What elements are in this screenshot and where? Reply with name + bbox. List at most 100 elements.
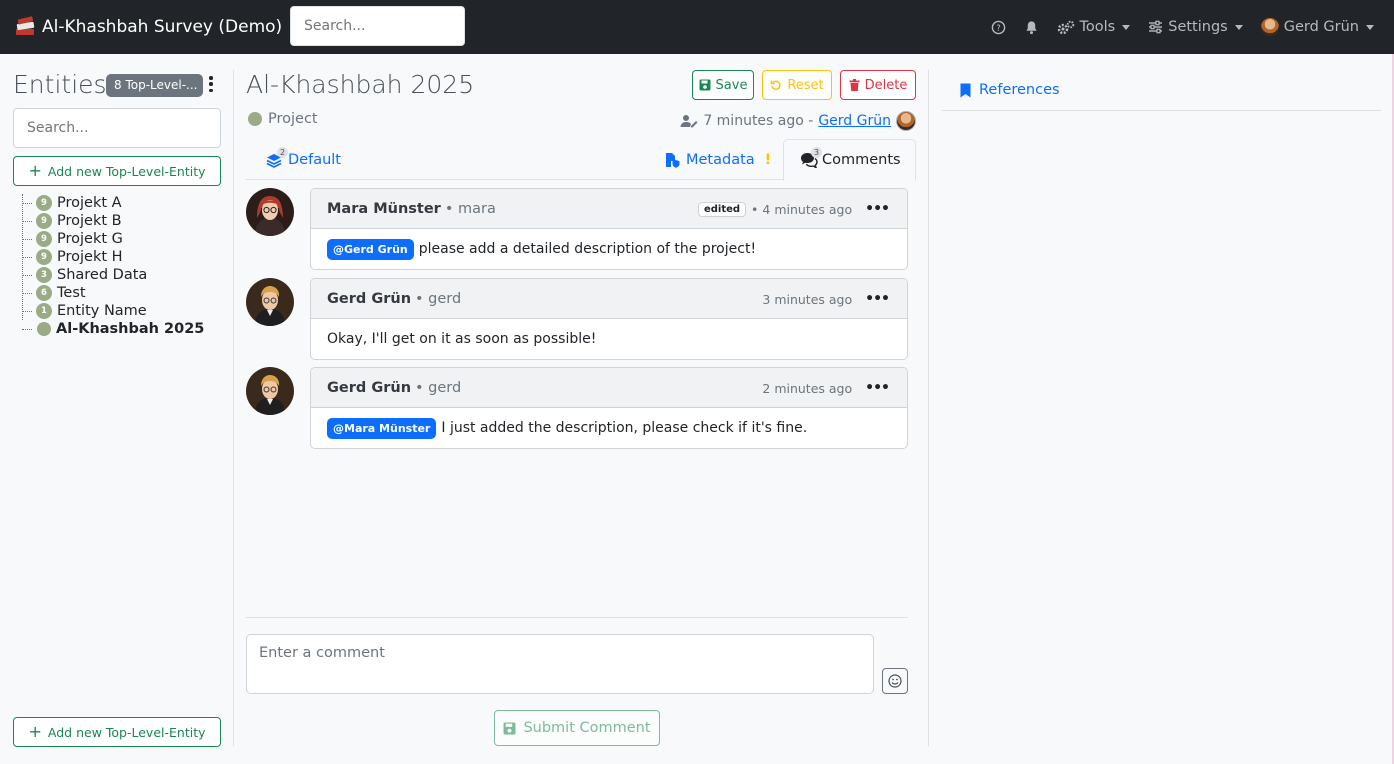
commenter-avatar [246, 188, 294, 236]
commenter-avatar [246, 278, 294, 326]
more-options-icon[interactable]: ••• [865, 291, 890, 307]
reset-button[interactable]: Reset [762, 70, 832, 100]
sidebar-title: Entities [13, 70, 107, 99]
kebab-menu-icon[interactable] [208, 76, 214, 92]
last-editor-link[interactable]: Gerd Grün [818, 113, 891, 129]
entity-type-dot-icon [248, 112, 262, 126]
add-top-level-entity-button[interactable]: + Add new Top-Level-Entity [13, 156, 221, 186]
save-label: Save [715, 77, 748, 93]
comment-author[interactable]: Gerd Grün [327, 291, 411, 307]
comment-text: I just added the description, please che… [441, 420, 808, 436]
tab-comments[interactable]: 3 Comments [783, 139, 916, 181]
tree-item[interactable]: 9 Projekt G [18, 230, 204, 248]
tree-item[interactable]: 6 Test [18, 284, 204, 302]
comment-body: Okay, I'll get on it as soon as possible… [311, 319, 907, 359]
tree-item-label: Shared Data [57, 267, 148, 283]
tree-item[interactable]: 9 Projekt H [18, 248, 204, 266]
comments-divider [246, 617, 908, 618]
entity-title: Al-Khashbah 2025 [246, 70, 475, 99]
comment-header: Mara Münster • mara edited • 4 minutes a… [311, 189, 907, 229]
add-top-level-entity-button-bottom[interactable]: + Add new Top-Level-Entity [13, 717, 221, 747]
entity-type-label: Project [268, 111, 318, 127]
help-icon[interactable]: ? [991, 20, 1006, 35]
user-menu[interactable]: Gerd Grün [1260, 18, 1374, 36]
user-edit-icon [680, 115, 698, 128]
user-avatar [1260, 18, 1279, 36]
tools-label: Tools [1079, 19, 1116, 35]
entity-dot-icon [37, 322, 51, 336]
editor-avatar [896, 111, 916, 131]
tab-label: References [979, 82, 1060, 98]
child-count-badge: 1 [36, 303, 52, 319]
tree-item-label: Test [57, 285, 86, 301]
last-edit-info: 7 minutes ago - Gerd Grün [680, 111, 916, 131]
tree-item-selected[interactable]: Al-Khashbah 2025 [18, 320, 204, 338]
tree-item-label: Projekt G [57, 231, 123, 247]
add-entity-label: Add new Top-Level-Entity [47, 163, 206, 179]
tree-item[interactable]: 3 Shared Data [18, 266, 204, 284]
brand[interactable]: Al-Khashbah Survey (Demo) [14, 16, 282, 38]
global-search-input[interactable] [290, 6, 465, 46]
sliders-icon [1149, 20, 1163, 34]
edited-badge: edited [697, 201, 747, 217]
more-options-icon[interactable]: ••• [865, 380, 890, 396]
comment-username: • mara [444, 200, 496, 217]
entity-search-input[interactable] [13, 108, 221, 148]
tree-item-label: Projekt A [57, 195, 122, 211]
reset-label: Reset [787, 77, 824, 93]
books-logo-icon [16, 16, 35, 35]
settings-label: Settings [1168, 19, 1228, 35]
tree-item[interactable]: 9 Projekt A [18, 194, 204, 212]
floppy-icon [503, 722, 516, 734]
tab-default[interactable]: 2 Default [250, 139, 357, 180]
add-entity-label: Add new Top-Level-Entity [47, 724, 206, 740]
tab-label: Comments [822, 152, 901, 168]
comment-card: Gerd Grün • gerd 3 minutes ago ••• Okay,… [310, 278, 908, 360]
delete-label: Delete [864, 77, 908, 93]
tree-item[interactable]: 1 Entity Name [18, 302, 204, 320]
tab-label: Default [288, 151, 341, 168]
tab-count: 3 [811, 147, 822, 158]
top-level-count-badge: 8 Top-Level-... [106, 74, 203, 97]
tree-item[interactable]: 9 Projekt B [18, 212, 204, 230]
comment-card: Gerd Grün • gerd 2 minutes ago ••• @Mara… [310, 367, 908, 449]
submit-comment-button[interactable]: Submit Comment [494, 710, 660, 746]
comment-time: 2 minutes ago [762, 380, 853, 396]
comment-item: Gerd Grün • gerd 3 minutes ago ••• Okay,… [246, 278, 908, 360]
plus-icon: + [28, 722, 42, 741]
comment-text: Okay, I'll get on it as soon as possible… [327, 331, 597, 347]
smiley-icon [888, 674, 902, 688]
save-button[interactable]: Save [692, 70, 754, 100]
tab-metadata[interactable]: Metadata ! [648, 139, 787, 180]
file-shield-icon [666, 152, 680, 168]
comment-meta: 2 minutes ago ••• [762, 368, 890, 408]
tab-references[interactable]: References [942, 70, 1381, 111]
more-options-icon[interactable]: ••• [865, 201, 890, 217]
column-divider [233, 70, 234, 746]
entity-tabs: 2 Default Metadata ! 3 Comments [246, 139, 916, 181]
entity-tree: 9 Projekt A 9 Projekt B 9 Projekt G 9 Projek… [18, 194, 204, 338]
mention-badge[interactable]: @Gerd Grün [327, 238, 414, 260]
child-count-badge: 6 [36, 285, 52, 301]
comment-time: 3 minutes ago [762, 291, 853, 307]
navbar-right: ? Tools Settings Gerd Grün [991, 0, 1374, 54]
comment-card: Mara Münster • mara edited • 4 minutes a… [310, 188, 908, 270]
comments-icon: 3 [800, 147, 822, 169]
bell-icon[interactable] [1024, 20, 1039, 35]
entity-sidebar: Entities 8 Top-Level-... + Add new Top-L… [0, 54, 234, 764]
comment-author[interactable]: Gerd Grün [327, 380, 411, 396]
emoji-picker-button[interactable] [882, 668, 908, 694]
app-title: Al-Khashbah Survey (Demo) [42, 17, 283, 37]
settings-menu[interactable]: Settings [1148, 19, 1243, 35]
comment-time: • 4 minutes ago [751, 201, 853, 217]
delete-button[interactable]: Delete [840, 70, 916, 100]
comment-author[interactable]: Mara Münster [327, 201, 441, 217]
floppy-icon [699, 79, 711, 91]
comment-textarea[interactable]: Enter a comment [246, 634, 874, 694]
tree-item-label: Al-Khashbah 2025 [56, 321, 205, 337]
tree-item-label: Entity Name [57, 303, 147, 319]
child-count-badge: 9 [36, 249, 52, 265]
mention-badge[interactable]: @Mara Münster [327, 417, 437, 439]
bookmark-icon [960, 83, 971, 97]
tools-menu[interactable]: Tools [1057, 19, 1131, 35]
